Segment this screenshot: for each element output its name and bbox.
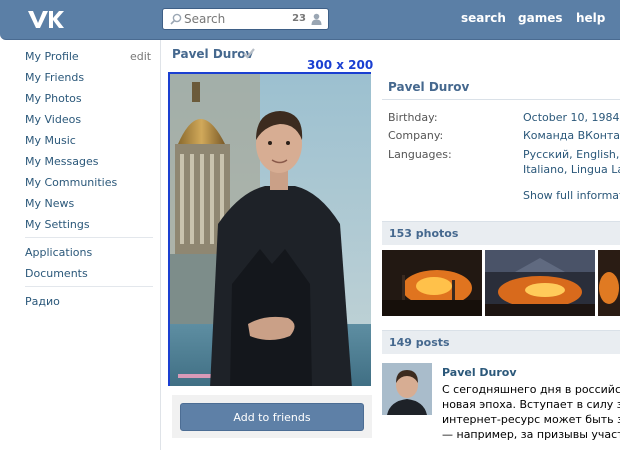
add-to-friends-button[interactable]: Add to friends — [180, 403, 364, 431]
sidebar-item-documents[interactable]: Documents — [25, 267, 88, 280]
photo-thumbnail[interactable] — [485, 250, 595, 316]
sidebar-item-my-messages[interactable]: My Messages — [25, 155, 98, 168]
avatar-image — [382, 363, 432, 415]
add-friends-panel: Add to friends — [172, 395, 372, 438]
show-full-information-link[interactable]: Show full information — [523, 189, 620, 202]
photos-section-title: 153 photos — [389, 227, 459, 240]
top-header: Search 23 search games help — [0, 0, 620, 40]
photo-thumbnail-image — [598, 250, 620, 316]
sidebar-item-my-music[interactable]: My Music — [25, 134, 76, 147]
avatar[interactable] — [382, 363, 432, 415]
photo-thumbnail[interactable] — [598, 250, 620, 316]
left-sidebar: My Profile edit My Friends My Photos My … — [0, 40, 161, 450]
birthday-label: Birthday: — [388, 111, 438, 124]
sidebar-item-my-settings[interactable]: My Settings — [25, 218, 90, 231]
photos-section-header[interactable]: 153 photos — [382, 221, 620, 245]
sidebar-item-my-photos[interactable]: My Photos — [25, 92, 82, 105]
languages-label: Languages: — [388, 148, 452, 161]
checkmark-icon — [243, 48, 255, 59]
user-icon — [311, 13, 322, 25]
sidebar-divider — [25, 237, 153, 238]
sidebar-item-applications[interactable]: Applications — [25, 246, 92, 259]
sidebar-item-radio[interactable]: Радио — [25, 295, 60, 308]
photo-thumbnail-image — [485, 250, 595, 316]
sidebar-item-my-news[interactable]: My News — [25, 197, 74, 210]
languages-value-line2[interactable]: Italiano, Lingua Latin — [523, 163, 620, 176]
photo-size-annotation: 300 x 200 — [307, 58, 374, 72]
posts-section-title: 149 posts — [389, 336, 450, 349]
sidebar-item-my-communities[interactable]: My Communities — [25, 176, 117, 189]
search-count: 23 — [292, 13, 306, 24]
sidebar-edit-link[interactable]: edit — [130, 50, 151, 63]
post-author-link[interactable]: Pavel Durov — [442, 366, 517, 379]
profile-photo-image — [170, 74, 371, 386]
info-divider — [382, 99, 620, 100]
birthday-value[interactable]: October 10, 1984 — [523, 111, 620, 124]
vk-profile-page: Search 23 search games help My Profile e… — [0, 0, 620, 450]
posts-section-header[interactable]: 149 posts — [382, 330, 620, 354]
nav-help[interactable]: help — [576, 11, 605, 25]
post-text-line: новая эпоха. Вступает в силу закон, — [442, 398, 620, 411]
post-text-line: интернет-ресурс может быть забло — [442, 413, 620, 426]
sidebar-divider — [25, 286, 153, 287]
post-text-line: С сегодняшнего дня в российском и — [442, 383, 620, 396]
photo-thumbnail-image — [382, 250, 482, 316]
languages-value-line1[interactable]: Русский, English, Fra — [523, 148, 620, 161]
nav-games[interactable]: games — [518, 11, 562, 25]
sidebar-item-my-profile[interactable]: My Profile — [25, 50, 79, 63]
sidebar-item-my-friends[interactable]: My Friends — [25, 71, 84, 84]
company-label: Company: — [388, 129, 444, 142]
vk-logo[interactable] — [26, 8, 64, 30]
profile-photo[interactable] — [168, 72, 371, 386]
info-name: Pavel Durov — [388, 80, 470, 94]
photo-thumbnail[interactable] — [382, 250, 482, 316]
company-value[interactable]: Команда ВКонтакте — [523, 129, 620, 142]
nav-search[interactable]: search — [461, 11, 506, 25]
search-input[interactable]: Search 23 — [162, 8, 329, 30]
post-text-line: — например, за призывы участвова — [442, 428, 620, 441]
search-icon — [170, 13, 182, 25]
sidebar-item-my-videos[interactable]: My Videos — [25, 113, 81, 126]
search-placeholder: Search — [184, 12, 226, 26]
